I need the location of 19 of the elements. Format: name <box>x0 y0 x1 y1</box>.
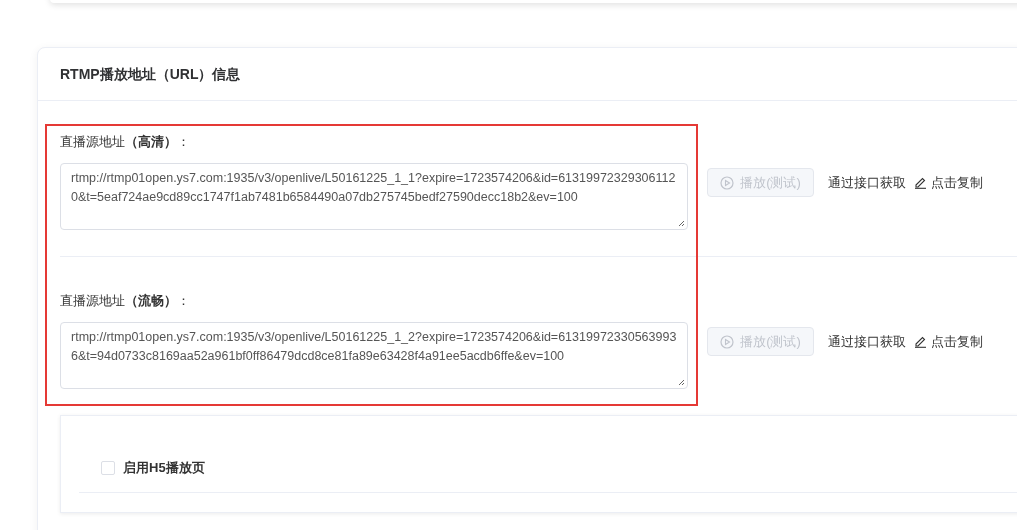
url-text: rtmp://rtmp01open.ys7.com:1935/v3/openlive/L50161225_1_2?expire=1723574206&id=613199723305639936&t=94d0733c8169aa52a961bf0ff86479dcd8ce81fa89e63428f4a91ee5acdb6ffe&ev=100 <box>71 329 677 365</box>
url-field[interactable]: rtmp://rtmp01open.ys7.com:1935/v3/openlive/L50161225_1_1?expire=1723574206&id=613199723293061120&t=5eaf724ae9cd89cc1747f1ab7481b6584490a07db275745bedf27590decc18b2&ev=100 <box>60 163 688 230</box>
checkbox[interactable] <box>101 460 115 475</box>
copy-link[interactable]: 点击复制 <box>914 331 983 352</box>
pencil-icon <box>914 335 927 348</box>
pencil-icon <box>914 176 927 189</box>
play-icon <box>720 334 735 349</box>
url-text: rtmp://rtmp01open.ys7.com:1935/v3/openlive/L50161225_1_1?expire=1723574206&id=613199723293061120&t=5eaf724ae9cd89cc1747f1ab7481b6584490a07db275745bedf27590decc18b2&ev=100 <box>71 170 677 206</box>
copy-link[interactable]: 点击复制 <box>914 172 983 193</box>
fetch-link[interactable]: 通过接口获取 <box>828 331 906 352</box>
resize-grip-icon <box>678 379 685 386</box>
fetch-link[interactable]: 通过接口获取 <box>828 172 906 193</box>
checkbox-label: 启用H5播放页 <box>123 459 205 477</box>
field-label: 直播源地址（高清）： <box>60 133 191 151</box>
url-field[interactable]: rtmp://rtmp01open.ys7.com:1935/v3/openlive/L50161225_1_2?expire=1723574206&id=613199723305639936&t=94d0733c8169aa52a961bf0ff86479dcd8ce81fa89e63428f4a91ee5acdb6ffe&ev=100 <box>60 322 688 389</box>
resize-grip-icon <box>678 220 685 227</box>
card-title: RTMP播放地址（URL）信息 <box>60 64 241 84</box>
play-icon <box>720 175 735 190</box>
field-label: 直播源地址（流畅）： <box>60 292 191 310</box>
